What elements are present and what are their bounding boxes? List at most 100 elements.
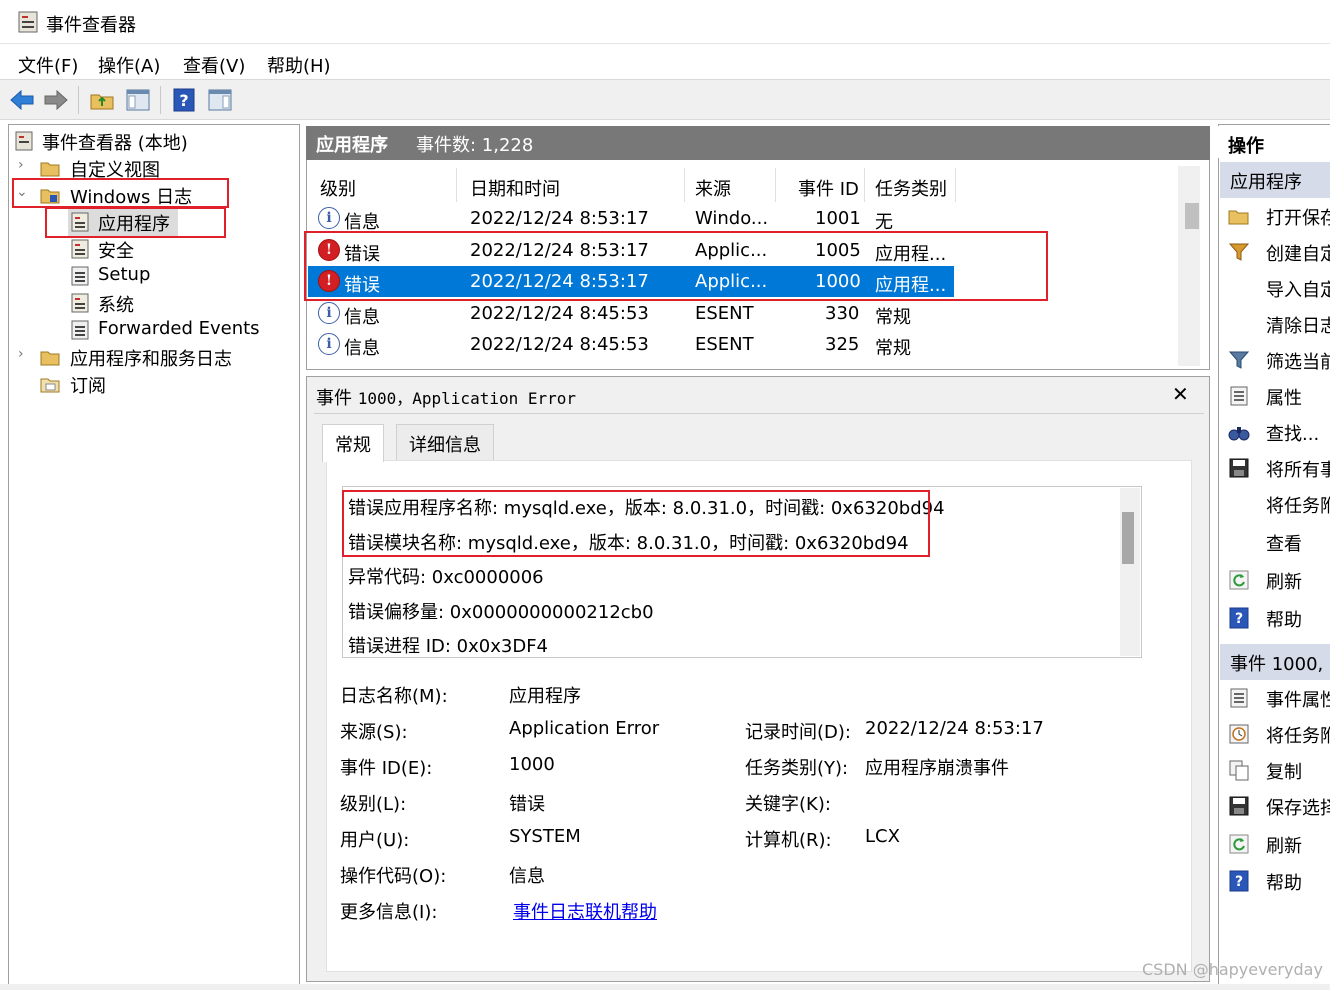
info-icon: i xyxy=(318,207,340,229)
computer-value[interactable]: LCX xyxy=(865,826,900,847)
action-save-selected-events[interactable]: 保存选择 xyxy=(1222,788,1330,824)
action-clear-log[interactable]: 清除日志 xyxy=(1222,306,1330,342)
task-category-value[interactable]: 应用程序崩溃事件 xyxy=(865,754,1009,780)
action-label: 打开保存 xyxy=(1266,208,1330,229)
column-divider[interactable] xyxy=(456,168,457,202)
more-info-link[interactable]: 事件日志联机帮助 xyxy=(513,898,657,924)
divider xyxy=(314,413,1204,414)
column-divider[interactable] xyxy=(775,168,776,202)
action-filter-current-log[interactable]: 筛选当前 xyxy=(1222,342,1330,378)
action-view[interactable]: 查看 xyxy=(1222,524,1330,560)
list-scrollbar-thumb[interactable] xyxy=(1185,203,1199,229)
tree-item-setup[interactable]: Setup xyxy=(68,263,288,290)
event-id-value[interactable]: 1000 xyxy=(509,754,555,775)
action-label: 事件属性 xyxy=(1266,690,1330,711)
action-attach-task-to-event[interactable]: 将任务附 xyxy=(1222,716,1330,752)
cell-event-id: 325 xyxy=(825,334,860,355)
user-value[interactable]: SYSTEM xyxy=(509,826,581,847)
info-icon: i xyxy=(318,302,340,324)
action-attach-task-to-log[interactable]: 将任务附 xyxy=(1222,486,1330,522)
action-find[interactable]: 查找... xyxy=(1222,414,1330,450)
column-header-task[interactable]: 任务类别 xyxy=(875,175,947,201)
event-viewer-icon xyxy=(18,11,38,33)
actions-title: 操作 xyxy=(1228,136,1264,157)
action-refresh[interactable]: 刷新 xyxy=(1222,562,1330,598)
log-name-value[interactable]: 应用程序 xyxy=(509,682,581,708)
up-folder-icon[interactable] xyxy=(88,86,116,114)
action-create-custom-view[interactable]: 创建自定 xyxy=(1222,234,1330,270)
column-header-event-id[interactable]: 事件 ID xyxy=(798,175,859,201)
properties-icon xyxy=(1230,688,1248,708)
cell-datetime: 2022/12/24 8:45:53 xyxy=(470,303,649,324)
action-open-saved-log[interactable]: 打开保存 xyxy=(1222,198,1330,234)
chevron-right-icon[interactable]: › xyxy=(18,346,24,362)
table-row[interactable]: i 信息 2022/12/24 8:53:17 Windo... 1001 无 xyxy=(308,203,954,234)
forward-icon[interactable] xyxy=(42,86,70,114)
log-title: 应用程序 xyxy=(316,135,388,156)
tree-item-root[interactable]: 事件查看器 (本地) xyxy=(14,128,294,155)
more-info-label: 更多信息(I): xyxy=(340,902,438,923)
folder-icon xyxy=(40,162,60,177)
action-import-custom-view[interactable]: 导入自定 xyxy=(1222,270,1330,306)
description-scrollbar-thumb[interactable] xyxy=(1122,512,1134,564)
action-label: 清除日志 xyxy=(1266,316,1330,337)
action-event-properties[interactable]: 事件属性 xyxy=(1222,680,1330,716)
tree-item-system[interactable]: 系统 xyxy=(68,290,288,317)
tree-item-app-service-logs[interactable]: › 应用程序和服务日志 xyxy=(14,344,294,371)
column-divider[interactable] xyxy=(684,168,685,202)
menu-action[interactable]: 操作(A) xyxy=(98,52,160,78)
svg-text:?: ? xyxy=(1235,611,1243,627)
source-value[interactable]: Application Error xyxy=(509,718,659,739)
action-properties[interactable]: 属性 xyxy=(1222,378,1330,414)
filter-icon xyxy=(1228,243,1250,261)
menu-help[interactable]: 帮助(H) xyxy=(267,52,331,78)
show-hide-action-pane-icon[interactable] xyxy=(206,86,234,114)
column-header-datetime[interactable]: 日期和时间 xyxy=(470,175,560,201)
action-save-all-events[interactable]: 将所有事 xyxy=(1222,450,1330,486)
column-divider[interactable] xyxy=(955,168,956,202)
menu-file[interactable]: 文件(F) xyxy=(18,52,78,78)
description-line: 错误偏移量: 0x0000000000212cb0 xyxy=(348,602,654,623)
help-icon: ? xyxy=(1229,870,1249,892)
tree-item-forwarded-events[interactable]: Forwarded Events xyxy=(68,317,288,344)
cell-task: 常规 xyxy=(875,338,911,359)
menu-view[interactable]: 查看(V) xyxy=(183,52,245,78)
tab-general[interactable]: 常规 xyxy=(322,424,384,462)
logged-value[interactable]: 2022/12/24 8:53:17 xyxy=(865,718,1044,739)
highlight-box xyxy=(12,178,229,208)
chevron-right-icon[interactable]: › xyxy=(18,157,24,173)
help-icon[interactable]: ? xyxy=(170,86,198,114)
tab-details[interactable]: 详细信息 xyxy=(396,424,494,460)
show-hide-console-tree-icon[interactable] xyxy=(124,86,152,114)
action-help[interactable]: ? 帮助 xyxy=(1222,600,1330,636)
source-label: 来源(S): xyxy=(340,722,408,743)
action-copy[interactable]: 复制 xyxy=(1222,752,1330,788)
action-help-event[interactable]: ? 帮助 xyxy=(1222,863,1330,899)
tree-label: 订阅 xyxy=(70,376,106,397)
tree-item-subscriptions[interactable]: 订阅 xyxy=(14,371,294,398)
tree-item-security[interactable]: 安全 xyxy=(68,236,288,263)
table-row[interactable]: i 信息 2022/12/24 8:45:53 ESENT 325 常规 xyxy=(308,329,954,360)
close-icon[interactable]: ✕ xyxy=(1172,382,1189,406)
action-label: 将任务附 xyxy=(1266,726,1330,747)
tree-label: Setup xyxy=(98,264,151,285)
cell-event-id: 330 xyxy=(825,303,860,324)
actions-section-event[interactable]: 事件 1000, xyxy=(1220,644,1330,680)
actions-section-application[interactable]: 应用程序 xyxy=(1220,162,1330,198)
opcode-value[interactable]: 信息 xyxy=(509,862,545,888)
cell-source: ESENT xyxy=(695,303,754,324)
cell-datetime: 2022/12/24 8:45:53 xyxy=(470,334,649,355)
table-row[interactable]: i 信息 2022/12/24 8:45:53 ESENT 330 常规 xyxy=(308,298,954,329)
action-refresh-event[interactable]: 刷新 xyxy=(1222,826,1330,862)
list-scrollbar[interactable] xyxy=(1178,166,1200,366)
back-icon[interactable] xyxy=(8,86,36,114)
column-header-level[interactable]: 级别 xyxy=(320,175,356,201)
column-divider[interactable] xyxy=(864,168,865,202)
level-value[interactable]: 错误 xyxy=(509,790,545,816)
highlight-box xyxy=(45,207,226,238)
info-icon: i xyxy=(318,333,340,355)
binoculars-icon xyxy=(1228,427,1250,441)
column-header-source[interactable]: 来源 xyxy=(695,175,731,201)
action-label: 帮助 xyxy=(1266,873,1302,894)
status-bar xyxy=(0,984,1330,990)
